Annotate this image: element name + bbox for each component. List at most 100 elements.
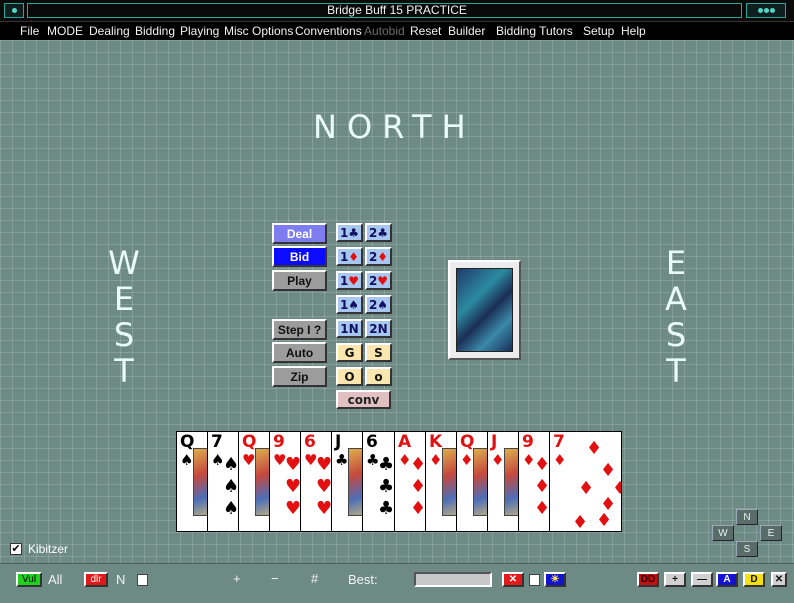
- compass-north[interactable]: N: [736, 509, 758, 525]
- window-controls-icon[interactable]: [746, 3, 786, 18]
- menu-builder[interactable]: Builder: [448, 24, 485, 38]
- deck[interactable]: [448, 260, 521, 360]
- card-suit-icon: ♣: [335, 451, 349, 469]
- card-rank: J: [335, 432, 342, 452]
- bid-1-notrump-button[interactable]: 1N: [336, 319, 363, 338]
- card-pip-icon: ♦: [534, 454, 551, 475]
- bid-suit: ♦: [348, 249, 360, 264]
- close-icon[interactable]: ✕: [502, 572, 524, 587]
- card-suit-icon: ♦: [491, 451, 505, 469]
- minus-label[interactable]: −: [271, 571, 279, 586]
- conv-button[interactable]: conv: [336, 390, 391, 409]
- compass-west[interactable]: W: [712, 525, 734, 541]
- menu-conventions[interactable]: Conventions: [295, 24, 362, 38]
- bid-level: 1: [339, 297, 349, 312]
- play-button[interactable]: Play: [272, 270, 327, 291]
- dd-button[interactable]: DD: [637, 572, 659, 587]
- menu-misc-options[interactable]: Misc Options: [224, 24, 293, 38]
- seat-west-label: WEST: [108, 244, 140, 390]
- card-pip-icon: ♥: [316, 476, 333, 497]
- window-title: Bridge Buff 15 PRACTICE: [327, 3, 467, 17]
- bid-1-hearts-button[interactable]: 1 ♥: [336, 271, 363, 290]
- bid-2-hearts-button[interactable]: 2 ♥: [365, 271, 392, 290]
- a-button[interactable]: A: [716, 572, 738, 587]
- card-pip-icon: ♦: [410, 498, 427, 519]
- card-suit-icon: ♦: [429, 451, 443, 469]
- d-button[interactable]: D: [743, 572, 765, 587]
- card-rank: 9: [273, 432, 285, 452]
- zip-button[interactable]: Zip: [272, 366, 327, 387]
- bid-g-button[interactable]: G: [336, 343, 363, 362]
- card-pip-icon: ♦: [534, 476, 551, 497]
- menu-bidding-tutors[interactable]: Bidding Tutors: [496, 24, 573, 38]
- bid-suit: N: [377, 321, 388, 336]
- title-bar: Bridge Buff 15 PRACTICE: [0, 0, 794, 22]
- bid-suit: ♣: [377, 225, 389, 240]
- card-pip-icon: ♦: [410, 476, 427, 497]
- kibitzer-label: Kibitzer: [28, 542, 69, 556]
- seat-east-label: EAST: [665, 244, 687, 390]
- menu-bidding[interactable]: Bidding: [135, 24, 175, 38]
- auto-button[interactable]: Auto: [272, 342, 327, 363]
- card-suit-icon: ♠: [180, 451, 194, 469]
- card-rank: A: [398, 432, 412, 452]
- card-suit-icon: ♦: [460, 451, 474, 469]
- bid-level: 2: [368, 249, 378, 264]
- step-button[interactable]: Step I ?: [272, 319, 327, 340]
- plus-button[interactable]: +: [664, 572, 686, 587]
- deal-button[interactable]: Deal: [272, 223, 327, 244]
- kibitzer-checkbox[interactable]: ✔: [10, 543, 22, 555]
- card-suit-icon: ♥: [242, 451, 256, 469]
- card-pip-icon: ♣: [378, 454, 395, 475]
- bid-suit: ♠: [377, 297, 389, 312]
- bid-suit: ♣: [348, 225, 360, 240]
- menu-help[interactable]: Help: [621, 24, 646, 38]
- card-pip-icon: ♦: [572, 512, 589, 532]
- card-pip-icon: ♥: [285, 498, 302, 519]
- plus-label[interactable]: +: [233, 571, 241, 586]
- best-field: [414, 572, 492, 587]
- bid-1-spades-button[interactable]: 1 ♠: [336, 295, 363, 314]
- bid-suit: ♥: [377, 273, 389, 288]
- menu-mode[interactable]: MODE: [47, 24, 83, 38]
- playing-card[interactable]: 7♦♦♦♦♦♦♦♦: [549, 431, 622, 532]
- card-pip-icon: ♦: [596, 510, 613, 531]
- bid-o-small-button[interactable]: o: [365, 367, 392, 386]
- bid-2-spades-button[interactable]: 2 ♠: [365, 295, 392, 314]
- bid-s-button[interactable]: S: [365, 343, 392, 362]
- bid-suit: N: [348, 321, 359, 336]
- dealer-tag[interactable]: dlr: [84, 572, 108, 587]
- card-pip-icon: ♠: [223, 476, 240, 497]
- bid-1-clubs-button[interactable]: 1 ♣: [336, 223, 363, 242]
- card-rank: 7: [211, 432, 223, 452]
- bid-1-diamonds-button[interactable]: 1 ♦: [336, 247, 363, 266]
- card-pip-icon: ♦: [612, 478, 621, 499]
- menu-playing[interactable]: Playing: [180, 24, 219, 38]
- card-pip-icon: ♥: [316, 498, 333, 519]
- card-pip-icon: ♣: [378, 498, 395, 519]
- seat-north-label: NORTH: [313, 108, 476, 146]
- compass-south[interactable]: S: [736, 541, 758, 557]
- menu-reset[interactable]: Reset: [410, 24, 441, 38]
- bid-o-button[interactable]: O: [336, 367, 363, 386]
- card-pip-icon: ♦: [578, 478, 595, 499]
- bid-2-notrump-button[interactable]: 2N: [365, 319, 392, 338]
- menu-file[interactable]: File: [20, 24, 39, 38]
- menu-setup[interactable]: Setup: [583, 24, 614, 38]
- card-pip-icon: ♣: [378, 476, 395, 497]
- bid-level: 2: [368, 297, 378, 312]
- sun-icon[interactable]: ☀: [544, 572, 566, 587]
- bid-level: 2: [368, 225, 378, 240]
- bid-2-diamonds-button[interactable]: 2 ♦: [365, 247, 392, 266]
- bid-2-clubs-button[interactable]: 2 ♣: [365, 223, 392, 242]
- menu-dealing[interactable]: Dealing: [89, 24, 130, 38]
- best-label: Best:: [348, 572, 378, 587]
- bid-button[interactable]: Bid: [272, 246, 327, 267]
- bid-level: 1: [339, 225, 349, 240]
- bid-level: 1: [340, 321, 349, 336]
- vul-tag[interactable]: Vul: [16, 572, 42, 587]
- hash-label[interactable]: #: [311, 571, 318, 586]
- tiny-close-icon[interactable]: ✕: [771, 572, 787, 587]
- minus-button[interactable]: —: [691, 572, 713, 587]
- compass-east[interactable]: E: [760, 525, 782, 541]
